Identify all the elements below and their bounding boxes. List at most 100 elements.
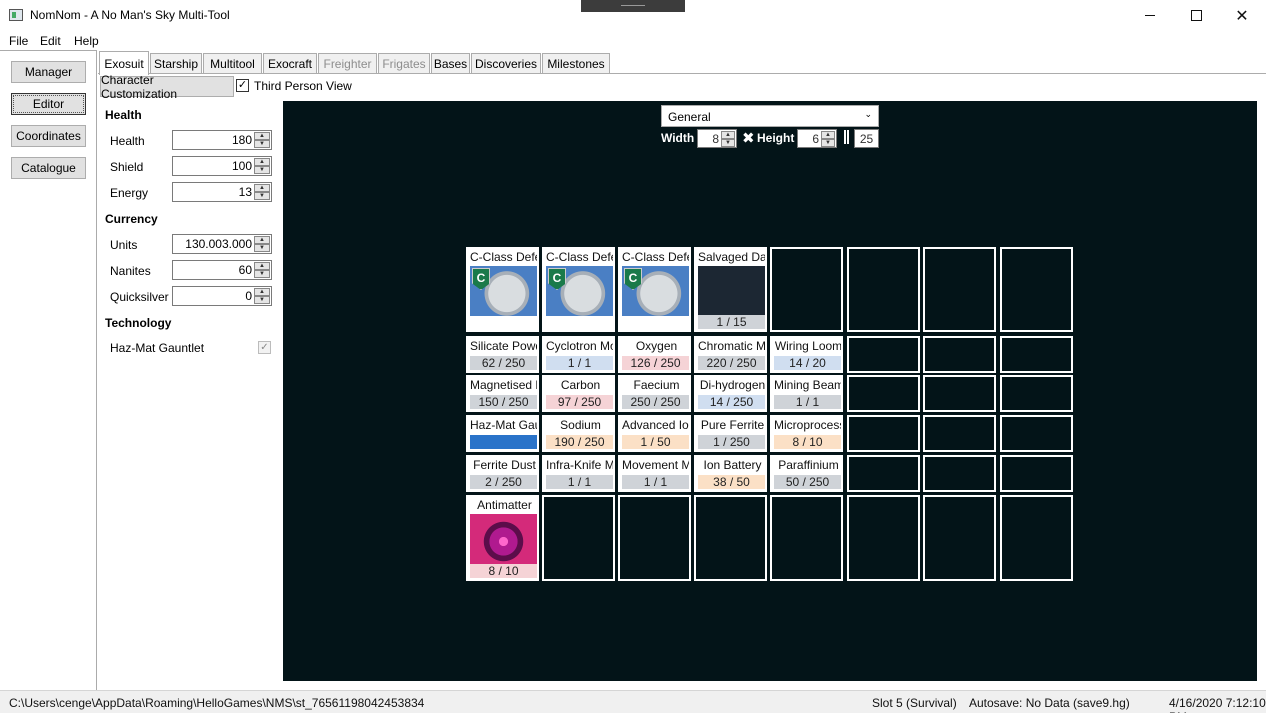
inventory-slot-empty[interactable] — [847, 455, 920, 492]
height-stepper[interactable]: 6 ▲ ▼ — [797, 129, 837, 148]
inventory-slot[interactable]: C-Class Defense C — [618, 247, 691, 332]
nav-manager-button[interactable]: Manager — [11, 61, 86, 83]
nav-editor-button[interactable]: Editor — [11, 93, 86, 115]
height-value[interactable]: 6 — [812, 132, 819, 146]
nav-catalogue-button[interactable]: Catalogue — [11, 157, 86, 179]
inventory-slot-empty[interactable] — [847, 336, 920, 373]
inventory-slot[interactable]: Salvaged Data 1 / 15 — [694, 247, 767, 332]
tab-milestones[interactable]: Milestones — [542, 53, 610, 74]
increment-icon[interactable]: ▲ — [254, 288, 270, 296]
inventory-slot[interactable]: Oxygen 126 / 250 — [618, 336, 691, 373]
decrement-icon[interactable]: ▼ — [721, 139, 735, 147]
inventory-slot[interactable]: Carbon 97 / 250 — [542, 375, 615, 412]
decrement-icon[interactable]: ▼ — [254, 296, 270, 304]
inventory-slot-empty[interactable] — [1000, 336, 1073, 373]
inventory-slot[interactable]: Ion Battery 38 / 50 — [694, 455, 767, 492]
decrement-icon[interactable]: ▼ — [254, 244, 270, 252]
decrement-icon[interactable]: ▼ — [254, 270, 270, 278]
shield-value[interactable]: 100 — [232, 159, 252, 173]
inventory-slot[interactable]: Movement Module 1 / 1 — [618, 455, 691, 492]
inventory-slot[interactable]: Silicate Powder 62 / 250 — [466, 336, 539, 373]
inventory-slot-empty[interactable] — [847, 375, 920, 412]
increment-icon[interactable]: ▲ — [254, 184, 270, 192]
inventory-slot-empty[interactable] — [923, 247, 996, 332]
third-person-checkbox[interactable]: ✓ — [236, 79, 249, 92]
inventory-slot-empty[interactable] — [923, 455, 996, 492]
inventory-slot-empty[interactable] — [1000, 415, 1073, 452]
shield-stepper[interactable]: 100 ▲ ▼ — [172, 156, 272, 176]
inventory-slot-empty[interactable] — [542, 495, 615, 581]
inventory-slot[interactable]: Paraffinium 50 / 250 — [770, 455, 843, 492]
increment-icon[interactable]: ▲ — [254, 158, 270, 166]
tab-frigates[interactable]: Frigates — [378, 53, 430, 74]
decrement-icon[interactable]: ▼ — [821, 139, 835, 147]
tab-exosuit[interactable]: Exosuit — [99, 51, 149, 75]
decrement-icon[interactable]: ▼ — [254, 166, 270, 174]
quicksilver-stepper[interactable]: 0 ▲ ▼ — [172, 286, 272, 306]
inventory-slot[interactable]: C-Class Defense C — [466, 247, 539, 332]
health-stepper[interactable]: 180 ▲ ▼ — [172, 130, 272, 150]
close-button[interactable]: ✕ — [1219, 0, 1265, 31]
inventory-slot-empty[interactable] — [770, 247, 843, 332]
inventory-slot[interactable]: Wiring Loom 14 / 20 — [770, 336, 843, 373]
inventory-slot[interactable]: Ferrite Dust 2 / 250 — [466, 455, 539, 492]
increment-icon[interactable]: ▲ — [821, 131, 835, 139]
increment-icon[interactable]: ▲ — [254, 236, 270, 244]
menu-edit[interactable]: Edit — [40, 34, 61, 48]
inventory-slot[interactable]: Mining Beam 1 / 1 — [770, 375, 843, 412]
increment-icon[interactable]: ▲ — [254, 262, 270, 270]
inventory-selector[interactable]: General ⌄ — [661, 105, 879, 127]
inventory-slot-empty[interactable] — [923, 375, 996, 412]
inventory-slot-empty[interactable] — [923, 415, 996, 452]
inventory-slot[interactable]: Di-hydrogen 14 / 250 — [694, 375, 767, 412]
tab-starship[interactable]: Starship — [150, 53, 202, 74]
energy-value[interactable]: 13 — [239, 185, 252, 199]
tab-discoveries[interactable]: Discoveries — [471, 53, 541, 74]
inventory-slot-empty[interactable] — [1000, 375, 1073, 412]
nanites-stepper[interactable]: 60 ▲ ▼ — [172, 260, 272, 280]
inventory-slot[interactable]: Infra-Knife Module 1 / 1 — [542, 455, 615, 492]
inventory-slot[interactable]: Antimatter 8 / 10 — [466, 495, 539, 581]
character-customization-button[interactable]: Character Customization — [100, 73, 234, 101]
health-value[interactable]: 180 — [232, 133, 252, 147]
inventory-slot[interactable]: Chromatic Metal 220 / 250 — [694, 336, 767, 373]
inventory-slot[interactable]: C-Class Defense C — [542, 247, 615, 332]
inventory-slot-empty[interactable] — [847, 247, 920, 332]
quicksilver-value[interactable]: 0 — [245, 289, 252, 303]
inventory-slot[interactable]: Sodium 190 / 250 — [542, 415, 615, 452]
energy-stepper[interactable]: 13 ▲ ▼ — [172, 182, 272, 202]
inventory-slot[interactable]: Pure Ferrite 1 / 250 — [694, 415, 767, 452]
inventory-slot-empty[interactable] — [847, 495, 920, 581]
units-value[interactable]: 130.003.000 — [185, 237, 252, 251]
menu-file[interactable]: File — [9, 34, 28, 48]
units-stepper[interactable]: 130.003.000 ▲ ▼ — [172, 234, 272, 254]
tab-exocraft[interactable]: Exocraft — [263, 53, 317, 74]
maximize-button[interactable] — [1173, 0, 1219, 31]
inventory-slot[interactable]: Magnetised Ferrite 150 / 250 — [466, 375, 539, 412]
tab-freighter[interactable]: Freighter — [318, 53, 377, 74]
inventory-slot-empty[interactable] — [618, 495, 691, 581]
drag-handle[interactable] — [581, 0, 685, 12]
nav-coordinates-button[interactable]: Coordinates — [11, 125, 86, 147]
inventory-slot-empty[interactable] — [770, 495, 843, 581]
menu-help[interactable]: Help — [74, 34, 99, 48]
increment-icon[interactable]: ▲ — [721, 131, 735, 139]
width-value[interactable]: 8 — [712, 132, 719, 146]
minimize-button[interactable] — [1127, 0, 1173, 31]
tab-multitool[interactable]: Multitool — [203, 53, 262, 74]
inventory-slot-empty[interactable] — [1000, 495, 1073, 581]
width-stepper[interactable]: 8 ▲ ▼ — [697, 129, 737, 148]
decrement-icon[interactable]: ▼ — [254, 192, 270, 200]
inventory-slot-empty[interactable] — [1000, 247, 1073, 332]
nanites-value[interactable]: 60 — [239, 263, 252, 277]
inventory-slot[interactable]: Microprocessor 8 / 10 — [770, 415, 843, 452]
inventory-slot[interactable]: Cyclotron Module 1 / 1 — [542, 336, 615, 373]
inventory-slot[interactable]: Faecium 250 / 250 — [618, 375, 691, 412]
tech-checkbox[interactable]: ✓ — [258, 341, 271, 354]
inventory-slot-empty[interactable] — [923, 495, 996, 581]
inventory-slot[interactable]: Advanced Ion Battery 1 / 50 — [618, 415, 691, 452]
inventory-slot-empty[interactable] — [1000, 455, 1073, 492]
increment-icon[interactable]: ▲ — [254, 132, 270, 140]
inventory-slot-empty[interactable] — [694, 495, 767, 581]
tab-bases[interactable]: Bases — [431, 53, 470, 74]
